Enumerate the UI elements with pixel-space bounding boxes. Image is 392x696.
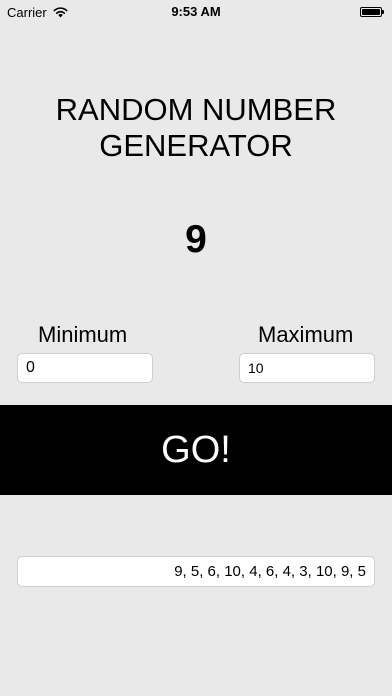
maximum-label: Maximum xyxy=(258,322,354,347)
battery-fill xyxy=(362,9,380,15)
history-field[interactable]: 9, 5, 6, 10, 4, 6, 4, 3, 10, 9, 5 xyxy=(17,556,375,587)
minimum-input[interactable]: 0 xyxy=(17,353,153,383)
go-button[interactable]: GO! xyxy=(0,405,392,495)
status-time: 9:53 AM xyxy=(171,4,221,19)
result-number: 9 xyxy=(185,218,207,261)
page-title: RANDOM NUMBER GENERATOR xyxy=(55,92,337,163)
maximum-input[interactable]: 10 xyxy=(239,353,375,383)
status-bar: Carrier 9:53 AM xyxy=(0,0,392,24)
battery-icon xyxy=(360,7,384,17)
minimum-label: Minimum xyxy=(38,322,128,347)
